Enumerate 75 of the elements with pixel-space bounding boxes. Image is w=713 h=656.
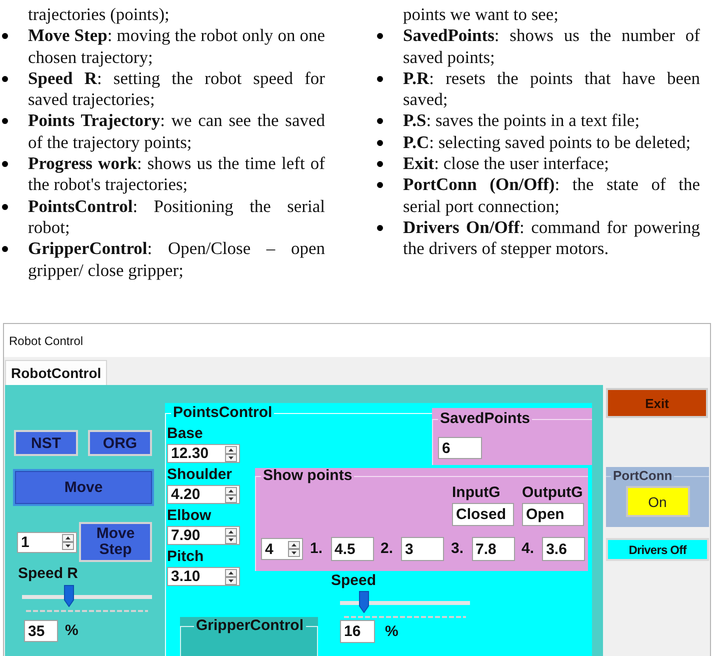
list-item-text: points we want to see; [403, 4, 560, 26]
group-title: GripperControl [194, 618, 306, 634]
list-item-text: Points Trajectory: we can see the saved of the trajectory points; [28, 110, 325, 154]
saved-count-field[interactable]: 6 [438, 437, 482, 459]
move-step-button[interactable]: Move Step [79, 522, 152, 562]
list-item-text: PointsControl: Positioning the serial robot; [28, 196, 325, 238]
command-button[interactable]: NST [14, 430, 78, 456]
group-title: Show points [261, 468, 354, 484]
joint-label: Pitch [167, 549, 204, 565]
bullet-icon [2, 204, 8, 210]
point-index-label: 4. [522, 541, 534, 557]
bullet-icon [2, 76, 8, 82]
slider-thumb[interactable] [359, 591, 370, 613]
gripper-label: InputG [452, 485, 500, 501]
bullet-icon [2, 246, 8, 252]
drivers-button[interactable]: Drivers Off [606, 538, 709, 561]
move-button[interactable]: Move [13, 469, 154, 506]
joint-number-field[interactable]: 3.10 [167, 567, 240, 586]
spin-arrows-icon[interactable] [62, 534, 74, 550]
bullet-icon [377, 33, 383, 40]
bullet-icon [377, 161, 383, 168]
list-item-text: Drivers On/Off: command for powering the drivers of stepper motors. [403, 216, 700, 260]
joint-label: Shoulder [167, 467, 232, 483]
joint-label: Elbow [167, 508, 212, 524]
joint-number-field[interactable]: 4.20 [167, 485, 240, 504]
command-button[interactable]: ORG [88, 430, 152, 456]
bullet-icon [2, 33, 8, 40]
bullet-icon [2, 118, 8, 124]
point-value-field[interactable]: 7.8 [472, 537, 515, 561]
point-value-field[interactable]: 4.5 [330, 537, 374, 561]
tab[interactable]: RobotControl [5, 360, 108, 385]
spin-arrows-icon[interactable] [225, 446, 237, 462]
list-item-text: SavedPoints: shows us the number of saved points; [403, 25, 700, 68]
speed-label: Speed [331, 573, 376, 589]
speed-label: Speed R [18, 566, 78, 582]
point-value-field[interactable]: 3.6 [542, 537, 586, 561]
joint-number-field[interactable]: 12.30 [167, 444, 240, 463]
bullet-icon [377, 182, 383, 188]
list-item-text: P.S: saves the points in a text file; [403, 110, 641, 132]
percent-field[interactable]: 35 [24, 620, 58, 642]
list-item-text: trajectories (points); [28, 4, 170, 26]
list-item-text: PortConn (On/Off): the state of the serial port connection; [403, 174, 700, 217]
list-item-text: Progress work: shows us the time left of the robot's trajectories; [28, 153, 325, 196]
spin-arrows-icon[interactable] [225, 486, 237, 502]
bullet-icon [2, 161, 8, 168]
point-count-field[interactable]: 4 [261, 538, 303, 560]
point-index-label: 3. [451, 541, 464, 557]
list-item-text: P.C: selecting saved points to be deleted; [403, 132, 692, 154]
port-toggle-button[interactable]: On [626, 486, 690, 517]
joint-label: Base [167, 426, 203, 442]
point-value-field[interactable]: 3 [401, 537, 444, 561]
step-number-field[interactable]: 1 [17, 532, 77, 552]
list-item-text: Exit: close the user interface; [403, 153, 610, 174]
percent-sign: % [385, 624, 398, 640]
window-title: Robot Control [9, 334, 84, 348]
bullet-icon [377, 76, 383, 82]
spin-arrows-icon[interactable] [225, 528, 237, 544]
list-item-text: GripperControl: Open/Close – open gripper/ close gripper; [28, 238, 325, 281]
bullet-icon [377, 118, 383, 124]
spin-arrows-icon[interactable] [288, 541, 300, 557]
gripper-state-field[interactable]: Open [522, 503, 584, 526]
bullet-icon [377, 224, 383, 231]
list-item-text: Move Step: moving the robot only on one chosen trajectory; [28, 25, 325, 68]
joint-number-field[interactable]: 7.90 [167, 526, 240, 545]
slider-thumb[interactable] [64, 585, 74, 607]
point-index-label: 1. [310, 541, 323, 557]
point-index-label: 2. [380, 541, 394, 557]
percent-field[interactable]: 16 [340, 620, 375, 643]
spin-arrows-icon[interactable] [225, 568, 237, 584]
bullet-icon [377, 140, 383, 146]
list-item-text: P.R: resets the points that have been saved; [403, 68, 700, 110]
gripper-label: OutputG [522, 485, 583, 501]
list-item-text: Speed R: setting the robot speed for saved trajectories; [28, 68, 325, 110]
gripper-state-field[interactable]: Closed [452, 503, 514, 526]
percent-sign: % [65, 623, 78, 639]
